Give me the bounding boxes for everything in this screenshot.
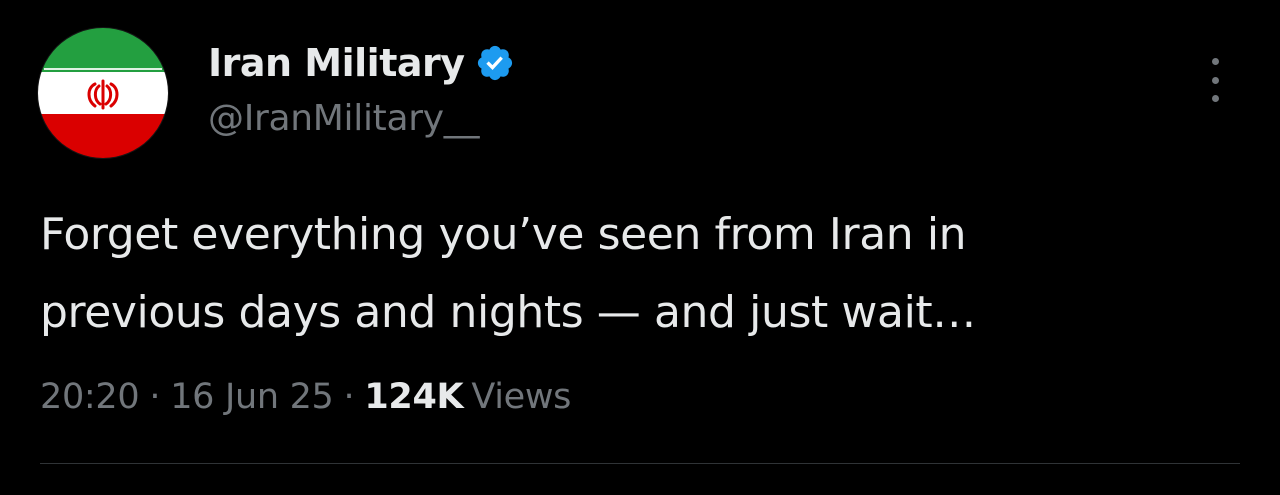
views-label: Views — [471, 377, 572, 417]
tweet-meta: 20:20 · 16 Jun 25 · 124K Views — [40, 372, 571, 422]
tweet-time[interactable]: 20:20 — [40, 377, 140, 417]
more-vertical-icon-dot — [1211, 95, 1219, 102]
meta-separator: · — [343, 377, 355, 417]
tweet-text-line: previous days and nights — and just wait… — [40, 287, 976, 338]
tweet-text: Forget everything you’ve seen from Iran … — [40, 196, 1240, 352]
more-vertical-icon — [1211, 58, 1219, 65]
avatar[interactable] — [38, 28, 168, 158]
meta-separator: · — [149, 377, 161, 417]
author-handle[interactable]: @IranMilitary__ — [208, 98, 479, 139]
divider — [40, 463, 1240, 464]
tweet-text-line: Forget everything you’ve seen from Iran … — [40, 209, 967, 260]
iran-flag-icon — [38, 28, 168, 158]
verified-badge-icon — [477, 45, 512, 81]
views-count[interactable]: 124K — [364, 377, 463, 417]
display-name[interactable]: Iran Military — [208, 41, 465, 85]
more-options-button[interactable] — [1200, 58, 1230, 102]
more-vertical-icon-dot — [1211, 76, 1219, 84]
tweet-date[interactable]: 16 Jun 25 — [170, 377, 334, 417]
author-name-row[interactable]: Iran Military — [208, 40, 515, 86]
tweet[interactable]: Iran Military @IranMilitary__ Forget eve… — [0, 0, 1280, 495]
